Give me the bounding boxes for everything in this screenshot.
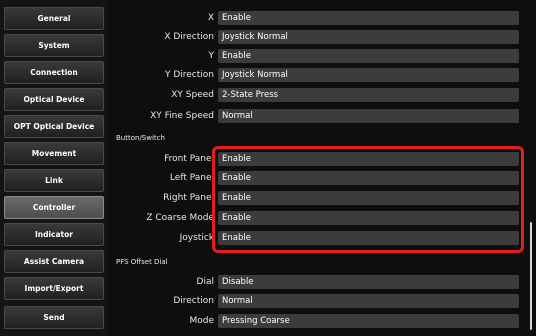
xy-fine-speed-label: XY Fine Speed xyxy=(150,111,214,121)
sidebar-item-indicator[interactable]: Indicator xyxy=(4,223,104,246)
z-coarse-mode-label: Z Coarse Mode xyxy=(146,213,214,223)
x-select[interactable]: Enable xyxy=(218,11,519,25)
sidebar-item-general[interactable]: General xyxy=(4,7,104,30)
sidebar-item-movement[interactable]: Movement xyxy=(4,142,104,165)
x-direction-select[interactable]: Joystick Normal xyxy=(218,30,519,44)
y-select[interactable]: Enable xyxy=(218,49,519,63)
mode-label: Mode xyxy=(189,316,214,326)
dial-label: Dial xyxy=(196,277,214,287)
highlight-frame xyxy=(212,146,524,253)
vertical-scrollbar[interactable] xyxy=(530,222,532,330)
dial-select[interactable]: Disable xyxy=(218,275,519,289)
y-label: Y xyxy=(208,51,215,61)
xy-speed-select[interactable]: 2-State Press xyxy=(218,88,519,102)
sidebar-item-import-export[interactable]: Import/Export xyxy=(4,277,104,300)
sidebar-item-controller[interactable]: Controller xyxy=(4,196,104,219)
sidebar-item-system[interactable]: System xyxy=(4,34,104,57)
sidebar-item-connection[interactable]: Connection xyxy=(4,61,104,84)
sidebar-item-optical-device[interactable]: Optical Device xyxy=(4,88,104,111)
front-panel-label: Front Panel xyxy=(164,154,214,164)
y-direction-select[interactable]: Joystick Normal xyxy=(218,68,519,82)
mode-select[interactable]: Pressing Coarse xyxy=(218,314,519,328)
direction-label: Direction xyxy=(173,296,214,306)
pfs-offset-dial-section-title: PFS Offset Dial xyxy=(116,258,168,266)
xy-fine-speed-select[interactable]: Normal xyxy=(218,109,519,123)
sidebar: General System Connection Optical Device… xyxy=(0,0,108,336)
direction-select[interactable]: Normal xyxy=(218,294,519,308)
sidebar-item-link[interactable]: Link xyxy=(4,169,104,192)
y-direction-label: Y Direction xyxy=(164,70,214,80)
joystick-label: Joystick xyxy=(179,233,214,243)
send-button[interactable]: Send xyxy=(4,306,104,329)
x-label: X xyxy=(207,13,214,23)
sidebar-item-opt-optical-device[interactable]: OPT Optical Device xyxy=(4,115,104,138)
left-panel-label: Left Panel xyxy=(169,173,214,183)
xy-speed-label: XY Speed xyxy=(171,90,214,100)
x-direction-label: X Direction xyxy=(164,32,214,42)
button-switch-section-title: Button/Switch xyxy=(116,134,165,142)
sidebar-item-assist-camera[interactable]: Assist Camera xyxy=(4,250,104,273)
right-panel-label: Right Panel xyxy=(163,193,214,203)
